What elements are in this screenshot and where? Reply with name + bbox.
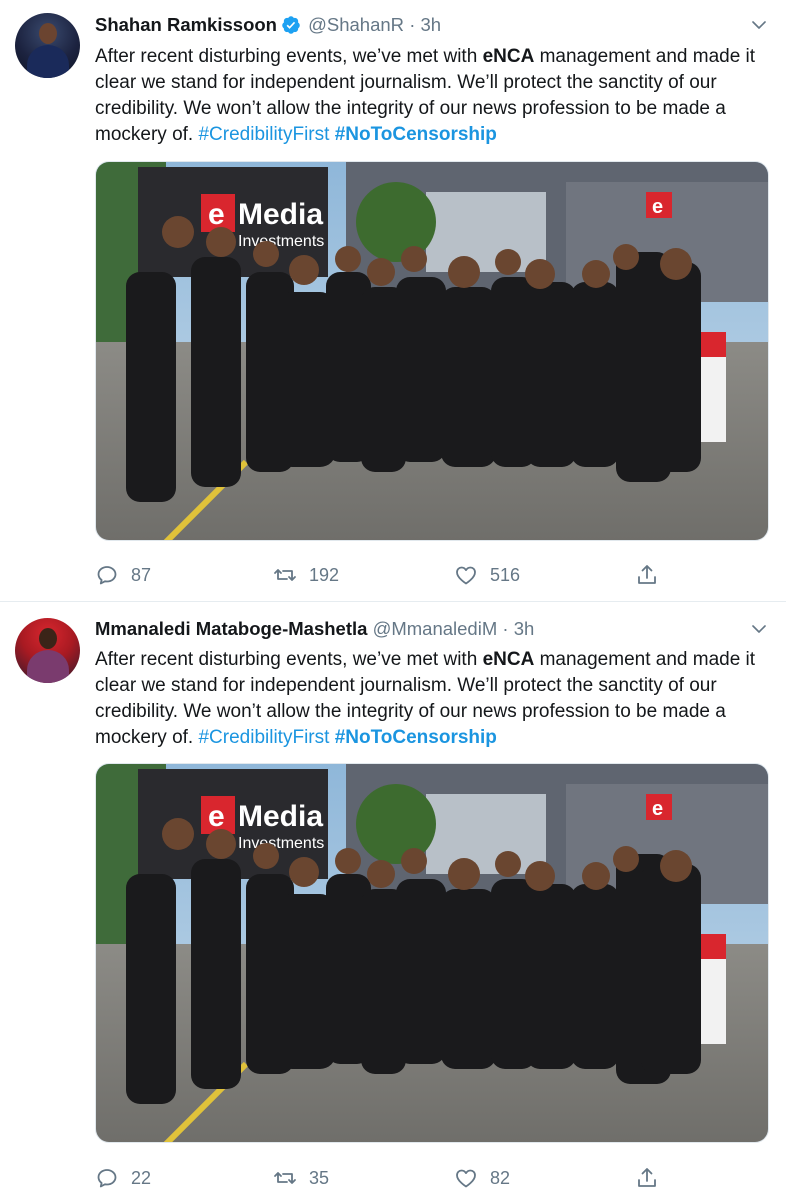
reply-count: 87 [131,564,152,585]
share-button[interactable] [635,560,671,590]
group-photo-illustration: e Media Investments e [96,764,768,1142]
retweet-count: 35 [309,1167,330,1188]
separator-dot: · [502,618,509,639]
retweet-button[interactable]: 35 [273,1163,329,1193]
share-icon [638,565,656,584]
author-handle[interactable]: @MmanalediM [373,618,498,639]
group-photo-illustration: e Media Investments e [96,162,768,540]
text-bold: eNCA [482,649,535,670]
hashtag-link[interactable]: #CredibilityFirst [198,124,329,145]
tweet-text: After recent disturbing events, we’ve me… [95,647,775,751]
author-handle[interactable]: @ShahanR [308,14,404,35]
share-icon [638,1168,656,1187]
retweet-icon [274,569,296,581]
hashtag-link[interactable]: #NoToCensorship [335,727,497,748]
avatar[interactable] [15,618,80,683]
text-bold: eNCA [482,46,535,67]
retweet-count: 192 [309,564,340,585]
tweet[interactable]: Shahan Ramkissoon @ShahanR · 3h After re… [0,0,786,602]
avatar-head [39,628,57,649]
tweet-actions: 22 35 82 [95,1163,675,1193]
author-name[interactable]: Mmanaledi Mataboge-Mashetla [95,618,367,639]
avatar-body [27,650,69,683]
tweet-photo[interactable]: e Media Investments e [95,161,769,541]
author-name[interactable]: Shahan Ramkissoon [95,14,277,35]
text-part: After recent disturbing events, we’ve me… [95,649,483,670]
avatar-body [27,45,69,78]
share-button[interactable] [635,1163,671,1193]
sign-logo: e [208,800,225,833]
reply-button[interactable]: 22 [95,1163,151,1193]
avatar-head [39,23,57,44]
sign-text-top: Media [238,198,323,231]
tweet[interactable]: Mmanaledi Mataboge-Mashetla @MmanalediM … [0,603,786,1200]
hashtag-link[interactable]: #CredibilityFirst [198,727,329,748]
tweet-photo[interactable]: e Media Investments e [95,763,769,1143]
reply-count: 22 [131,1167,152,1188]
tweet-text: After recent disturbing events, we’ve me… [95,44,775,148]
retweet-icon [274,1172,296,1184]
tweet-actions: 87 192 516 [95,560,675,590]
building-logo: e [652,196,663,218]
hashtag-link[interactable]: #NoToCensorship [335,124,497,145]
like-button[interactable]: 82 [454,1163,510,1193]
reply-icon [97,566,117,585]
sign-logo: e [208,198,225,231]
chevron-down-icon[interactable] [750,620,768,638]
tweet-header: Mmanaledi Mataboge-Mashetla @MmanalediM … [95,617,746,641]
like-count: 82 [490,1167,511,1188]
tweet-header: Shahan Ramkissoon @ShahanR · 3h [95,13,746,37]
sign-text-bottom: Investments [238,233,324,250]
like-count: 516 [490,564,521,585]
like-button[interactable]: 516 [454,560,520,590]
reply-icon [97,1169,117,1188]
separator-dot: · [409,14,416,35]
heart-icon [456,1169,476,1188]
tweet-timestamp[interactable]: 3h [514,618,535,639]
tweet-timestamp[interactable]: 3h [421,14,442,35]
avatar[interactable] [15,13,80,78]
sign-text-top: Media [238,800,323,833]
sign-text-bottom: Investments [238,835,324,852]
text-part: After recent disturbing events, we’ve me… [95,46,483,67]
heart-icon [456,566,476,585]
chevron-down-icon[interactable] [750,16,768,34]
verified-badge-icon [282,16,300,34]
reply-button[interactable]: 87 [95,560,151,590]
building-logo: e [652,798,663,820]
retweet-button[interactable]: 192 [273,560,339,590]
